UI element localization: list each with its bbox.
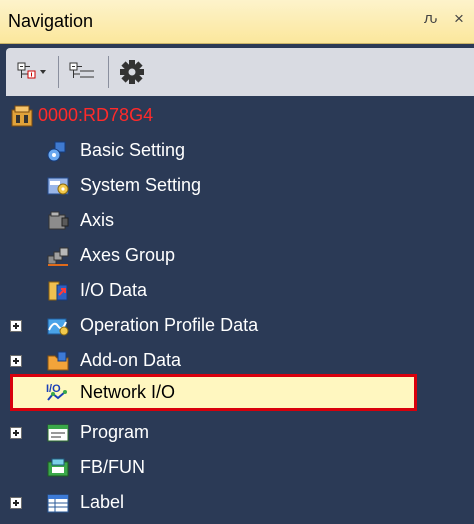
tree-item-program[interactable]: Program — [0, 416, 474, 450]
program-icon — [47, 424, 69, 442]
axes-group-icon — [47, 247, 69, 266]
tree-item-label: Axis — [80, 210, 115, 230]
expand-toggle[interactable] — [10, 355, 22, 367]
collapse-tree-button[interactable] — [16, 56, 50, 88]
navigation-panel: Navigation ԉ × 0000:RD78G4 Basic Setting… — [0, 0, 474, 524]
tree-item-label: Label — [80, 492, 125, 512]
tree-item-label: Operation Profile Data — [80, 315, 259, 335]
system-setting-icon — [47, 177, 69, 195]
tree-item-label: I/O Data — [80, 280, 148, 300]
project-tree: 0000:RD78G4 Basic Setting System Setting — [0, 96, 474, 524]
add-on-icon — [47, 351, 69, 371]
tree-item-label: Basic Setting — [80, 140, 186, 160]
tree-item-basic-setting[interactable]: Basic Setting — [0, 134, 474, 168]
gear-icon — [120, 60, 144, 84]
tree-item-axes-group[interactable]: Axes Group — [0, 239, 474, 273]
axis-icon — [48, 211, 69, 230]
tree-root-label: 0000:RD78G4 — [38, 105, 154, 125]
tree-item-label: FB/FUN — [80, 457, 145, 477]
pin-icon[interactable]: ԉ — [424, 10, 438, 27]
tree-item-label-node[interactable]: Label — [0, 486, 474, 520]
panel-title-bar: Navigation ԉ × — [0, 0, 474, 44]
tree-item-operation-profile-data[interactable]: Operation Profile Data — [0, 309, 474, 343]
tree-item-axis[interactable]: Axis — [0, 204, 474, 238]
tree-item-network-io[interactable]: I/O Network I/O — [10, 374, 417, 411]
tree-item-label: System Setting — [80, 175, 202, 195]
label-icon — [47, 494, 69, 513]
expand-toggle[interactable] — [10, 497, 22, 509]
basic-setting-icon — [47, 141, 66, 162]
tree-expand-icon — [69, 62, 94, 78]
panel-title: Navigation — [8, 11, 94, 31]
navigation-toolbar — [6, 48, 474, 96]
tree-collapse-icon — [17, 62, 46, 79]
tree-item-system-setting[interactable]: System Setting — [0, 169, 474, 203]
expand-tree-button[interactable] — [68, 56, 100, 88]
tree-item-io-data[interactable]: I/O Data — [0, 274, 474, 308]
close-icon[interactable]: × — [454, 9, 464, 29]
tree-item-fb-fun[interactable]: FB/FUN — [0, 451, 474, 485]
settings-button[interactable] — [118, 56, 150, 88]
operation-profile-icon — [47, 318, 69, 336]
network-io-icon: I/O — [46, 383, 67, 401]
tree-item-label: Program — [80, 422, 150, 442]
tree-item-label: Axes Group — [80, 245, 176, 265]
module-icon — [11, 105, 33, 127]
tree-item-label: Network I/O — [80, 382, 176, 402]
tree-item-add-on-data[interactable]: Add-on Data — [0, 344, 474, 378]
io-data-icon — [48, 281, 68, 301]
toolbar-separator — [108, 56, 109, 88]
toolbar-separator — [58, 56, 59, 88]
tree-item-label: Add-on Data — [80, 350, 182, 370]
expand-toggle[interactable] — [10, 427, 22, 439]
tree-root-module[interactable]: 0000:RD78G4 — [0, 99, 474, 133]
fb-fun-icon — [47, 458, 69, 477]
expand-toggle[interactable] — [10, 320, 22, 332]
